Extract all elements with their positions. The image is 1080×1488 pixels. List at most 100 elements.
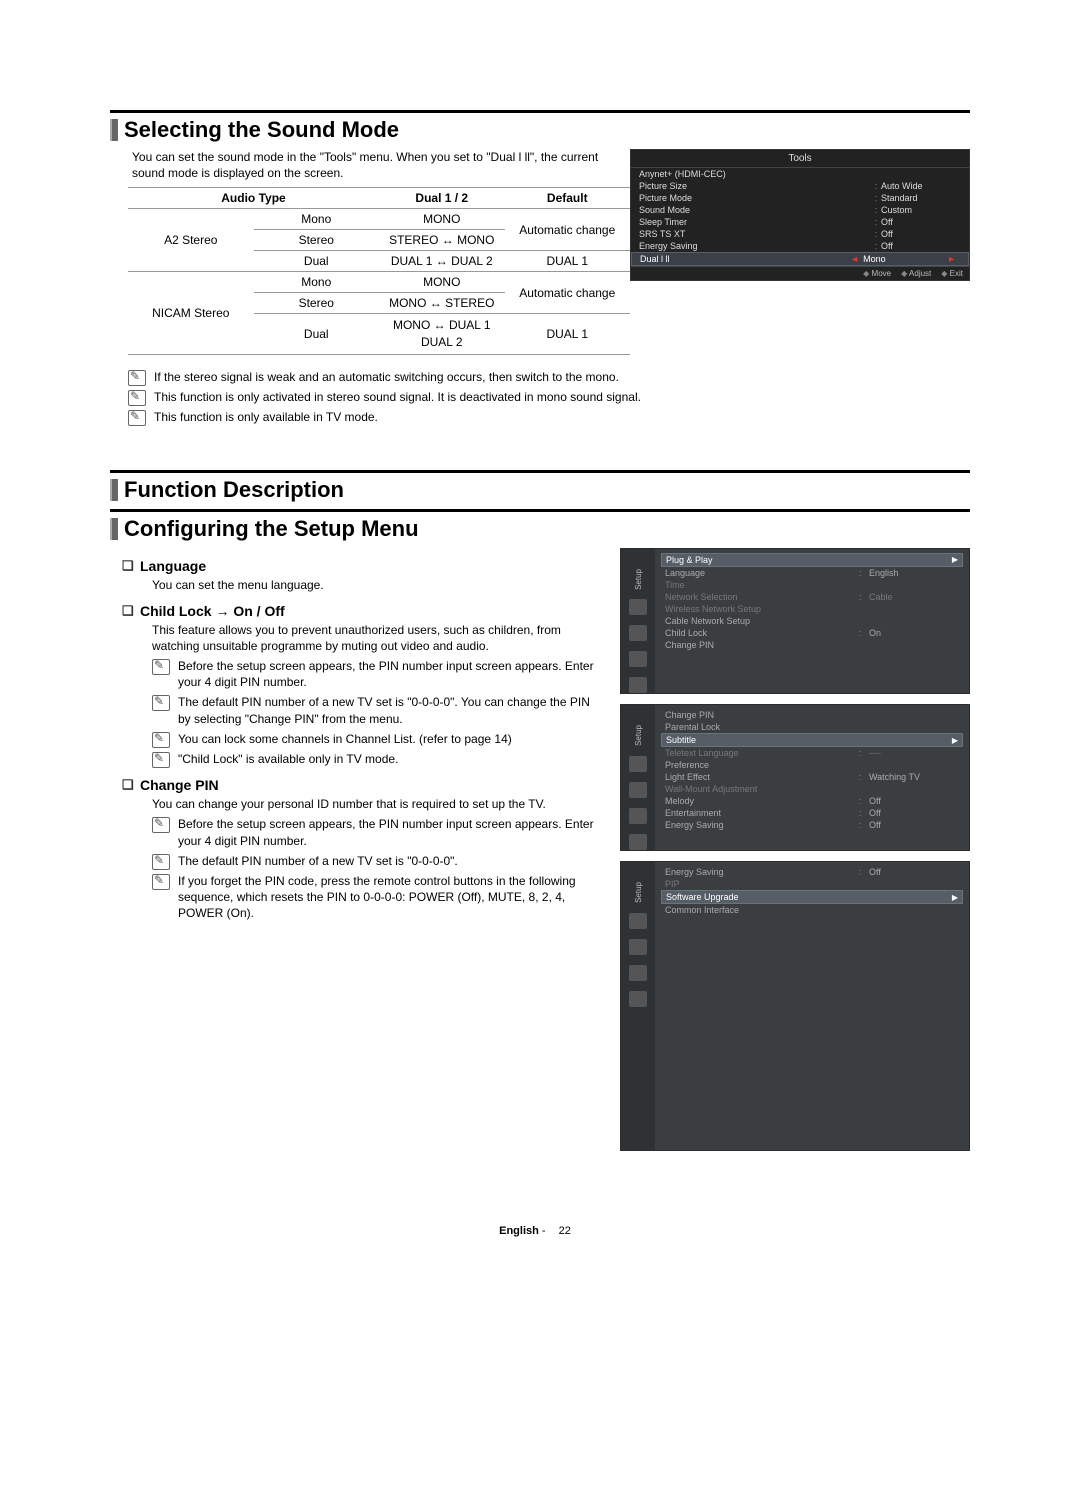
- cell: DUAL 1 ↔ DUAL 2: [379, 251, 505, 272]
- tools-row: Energy Saving:Off: [631, 240, 969, 252]
- cell: Stereo: [254, 293, 380, 314]
- setup-osd-row: Plug & Play: [661, 553, 963, 567]
- setup-osd-row: Teletext Language:----: [661, 747, 963, 759]
- setup-osd-row: Language:English: [661, 567, 963, 579]
- screen-icon: [629, 651, 647, 667]
- footer-page: 22: [549, 1223, 581, 1239]
- cell: MONO: [379, 272, 505, 293]
- cell: DUAL 1: [505, 251, 631, 272]
- cell: Mono: [254, 209, 380, 230]
- setup-osd-row: Subtitle: [661, 733, 963, 747]
- th-dual: Dual 1 / 2: [379, 188, 505, 209]
- section-title-configuring-setup: Configuring the Setup Menu: [110, 509, 970, 542]
- setup-notes: Before the setup screen appears, the PIN…: [152, 816, 602, 921]
- sound-mode-notes: If the stereo signal is weak and an auto…: [128, 369, 970, 426]
- setup-notes: Before the setup screen appears, the PIN…: [152, 658, 602, 767]
- note-item: This function is only activated in stere…: [128, 389, 970, 405]
- cell: MONO: [379, 209, 505, 230]
- cell: Stereo: [254, 230, 380, 251]
- cell: Automatic change: [505, 272, 631, 314]
- cell: DUAL 1: [505, 314, 631, 355]
- setup-osd-row: Common Interface: [661, 904, 963, 916]
- cell: Automatic change: [505, 209, 631, 251]
- screen-icon: [629, 808, 647, 824]
- cell: MONO ↔ STEREO: [379, 293, 505, 314]
- setup-osd-row: Change PIN: [661, 709, 963, 721]
- page-footer: English - 22: [110, 1221, 970, 1241]
- cell-a2-stereo: A2 Stereo: [128, 209, 254, 272]
- gear-icon: [629, 913, 647, 929]
- th-audio-type: Audio Type: [128, 188, 379, 209]
- setup-osd-row: Entertainment:Off: [661, 807, 963, 819]
- setup-osd-row: Wireless Network Setup: [661, 603, 963, 615]
- cog-icon: [629, 625, 647, 641]
- setup-osd-row: Change PIN: [661, 639, 963, 651]
- tools-row: Anynet+ (HDMI-CEC): [631, 168, 969, 180]
- setup-description: You can change your personal ID number t…: [152, 796, 602, 812]
- setup-description: You can set the menu language.: [152, 577, 602, 593]
- tools-row: Sleep Timer:Off: [631, 216, 969, 228]
- tools-row: Sound Mode:Custom: [631, 204, 969, 216]
- menu-icon: [629, 834, 647, 850]
- footer-move: Move: [863, 269, 891, 278]
- gear-icon: [629, 599, 647, 615]
- note-item: If the stereo signal is weak and an auto…: [128, 369, 970, 385]
- tools-osd-footer: Move Adjust Exit: [631, 266, 969, 280]
- footer-lang: English: [499, 1225, 539, 1237]
- cell: Dual: [254, 314, 380, 355]
- note-item: "Child Lock" is available only in TV mod…: [152, 751, 602, 767]
- setup-osd-row: Energy Saving:Off: [661, 819, 963, 831]
- setup-osd-row: Parental Lock: [661, 721, 963, 733]
- setup-osd-row: Time: [661, 579, 963, 591]
- setup-subhead: Change PIN: [122, 777, 602, 793]
- cell-nicam: NICAM Stereo: [128, 272, 254, 355]
- tools-row: Picture Mode:Standard: [631, 192, 969, 204]
- panel-side-label: Setup: [634, 882, 643, 903]
- setup-subhead: Child Lock → On / Off: [122, 603, 602, 619]
- footer-exit: Exit: [941, 269, 963, 278]
- cog-icon: [629, 939, 647, 955]
- setup-description: This feature allows you to prevent unaut…: [152, 622, 602, 654]
- menu-icon: [629, 991, 647, 1007]
- audio-type-table: Audio Type Dual 1 / 2 Default A2 Stereo …: [128, 187, 630, 355]
- footer-adjust: Adjust: [901, 269, 931, 278]
- gear-icon: [629, 756, 647, 772]
- setup-osd-row: PIP: [661, 878, 963, 890]
- th-default: Default: [505, 188, 631, 209]
- tools-row: SRS TS XT:Off: [631, 228, 969, 240]
- setup-osd-panel: Setup Energy Saving:OffPIPSoftware Upgrad…: [620, 861, 970, 1151]
- cell: STEREO ↔ MONO: [379, 230, 505, 251]
- note-item: If you forget the PIN code, press the re…: [152, 873, 602, 922]
- tools-osd: Tools Anynet+ (HDMI-CEC)Picture Size:Aut…: [630, 149, 970, 281]
- cell: MONO ↔ DUAL 1 DUAL 2: [379, 314, 505, 355]
- setup-osd-panel: SetupPlug & PlayLanguage:EnglishTimeNetw…: [620, 548, 970, 695]
- cell: Mono: [254, 272, 380, 293]
- panel-side-label: Setup: [634, 725, 643, 746]
- setup-osd-row: Software Upgrade: [661, 890, 963, 904]
- note-item: The default PIN number of a new TV set i…: [152, 853, 602, 869]
- setup-osd-row: Melody:Off: [661, 795, 963, 807]
- note-item: You can lock some channels in Channel Li…: [152, 731, 602, 747]
- section-title-sound-mode: Selecting the Sound Mode: [110, 110, 970, 143]
- setup-osd-row: Child Lock:On: [661, 627, 963, 639]
- cell: Dual: [254, 251, 380, 272]
- note-item: The default PIN number of a new TV set i…: [152, 694, 602, 726]
- panel-side-label: Setup: [634, 569, 643, 590]
- cog-icon: [629, 782, 647, 798]
- tools-row: Dual l ll◄Mono►: [631, 252, 969, 266]
- note-item: This function is only available in TV mo…: [128, 409, 970, 425]
- setup-osd-row: Light Effect:Watching TV: [661, 771, 963, 783]
- screen-icon: [629, 965, 647, 981]
- setup-osd-panel: Setup Change PINParental LockSubtitleTele…: [620, 704, 970, 851]
- setup-osd-row: Wall-Mount Adjustment: [661, 783, 963, 795]
- note-item: Before the setup screen appears, the PIN…: [152, 816, 602, 848]
- setup-subhead: Language: [122, 558, 602, 574]
- section-title-function-description: Function Description: [110, 470, 970, 503]
- note-item: Before the setup screen appears, the PIN…: [152, 658, 602, 690]
- setup-osd-row: Preference: [661, 759, 963, 771]
- sound-mode-intro: You can set the sound mode in the "Tools…: [132, 149, 612, 181]
- setup-osd-row: Energy Saving:Off: [661, 866, 963, 878]
- tools-osd-title: Tools: [631, 150, 969, 168]
- menu-icon: [629, 677, 647, 693]
- tools-row: Picture Size:Auto Wide: [631, 180, 969, 192]
